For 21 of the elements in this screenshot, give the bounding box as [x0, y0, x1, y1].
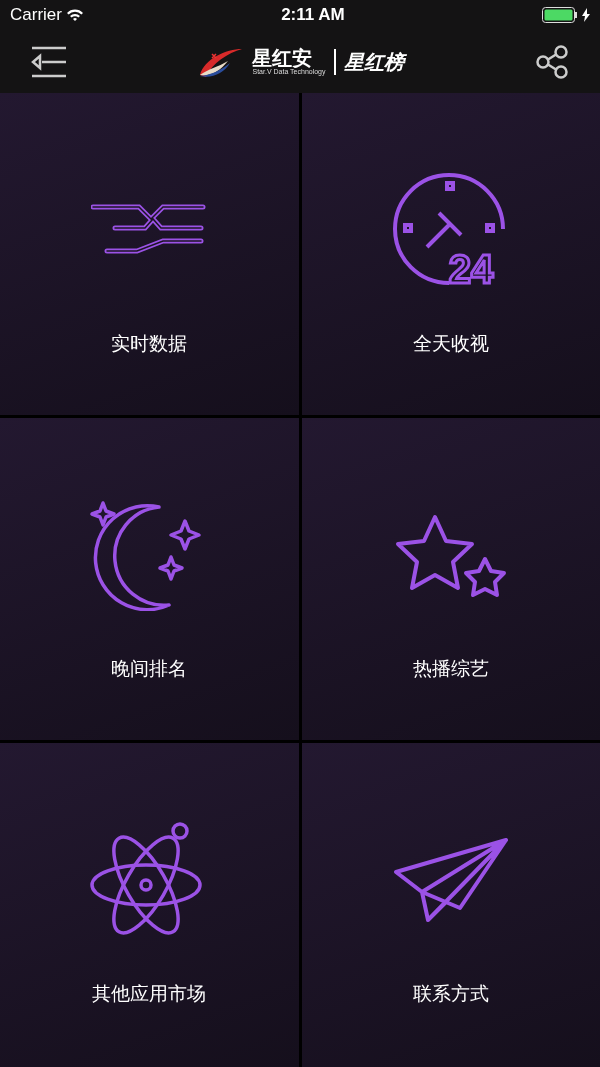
tile-label: 晚间排名	[111, 656, 188, 681]
battery-icon	[542, 7, 578, 23]
carrier-name: Carrier	[10, 4, 62, 27]
menu-tile[interactable]: 晚间排名	[0, 418, 299, 740]
paper-plane-icon	[391, 837, 510, 924]
charging-icon	[582, 8, 590, 22]
tile-label: 全天收视	[412, 331, 489, 356]
menu-tile[interactable]: 联系方式	[301, 743, 600, 1067]
menu-tile[interactable]: 实时数据	[0, 93, 299, 415]
tile-label: 联系方式	[412, 981, 489, 1006]
logo-text: 星红安	[252, 48, 313, 68]
menu-tile[interactable]: 24 全天收视	[301, 93, 600, 415]
menu-tile[interactable]: 热播综艺	[301, 418, 600, 740]
tile-label: 实时数据	[111, 331, 188, 356]
wifi-icon	[65, 8, 84, 22]
clock-time: 2:11 AM	[281, 4, 345, 27]
share-icon[interactable]	[536, 44, 570, 79]
menu-icon[interactable]	[30, 45, 66, 78]
tile-label: 其他应用市场	[92, 981, 207, 1006]
tile-label: 热播综艺	[412, 656, 489, 681]
menu-tile[interactable]: 其他应用市场	[0, 743, 299, 1067]
